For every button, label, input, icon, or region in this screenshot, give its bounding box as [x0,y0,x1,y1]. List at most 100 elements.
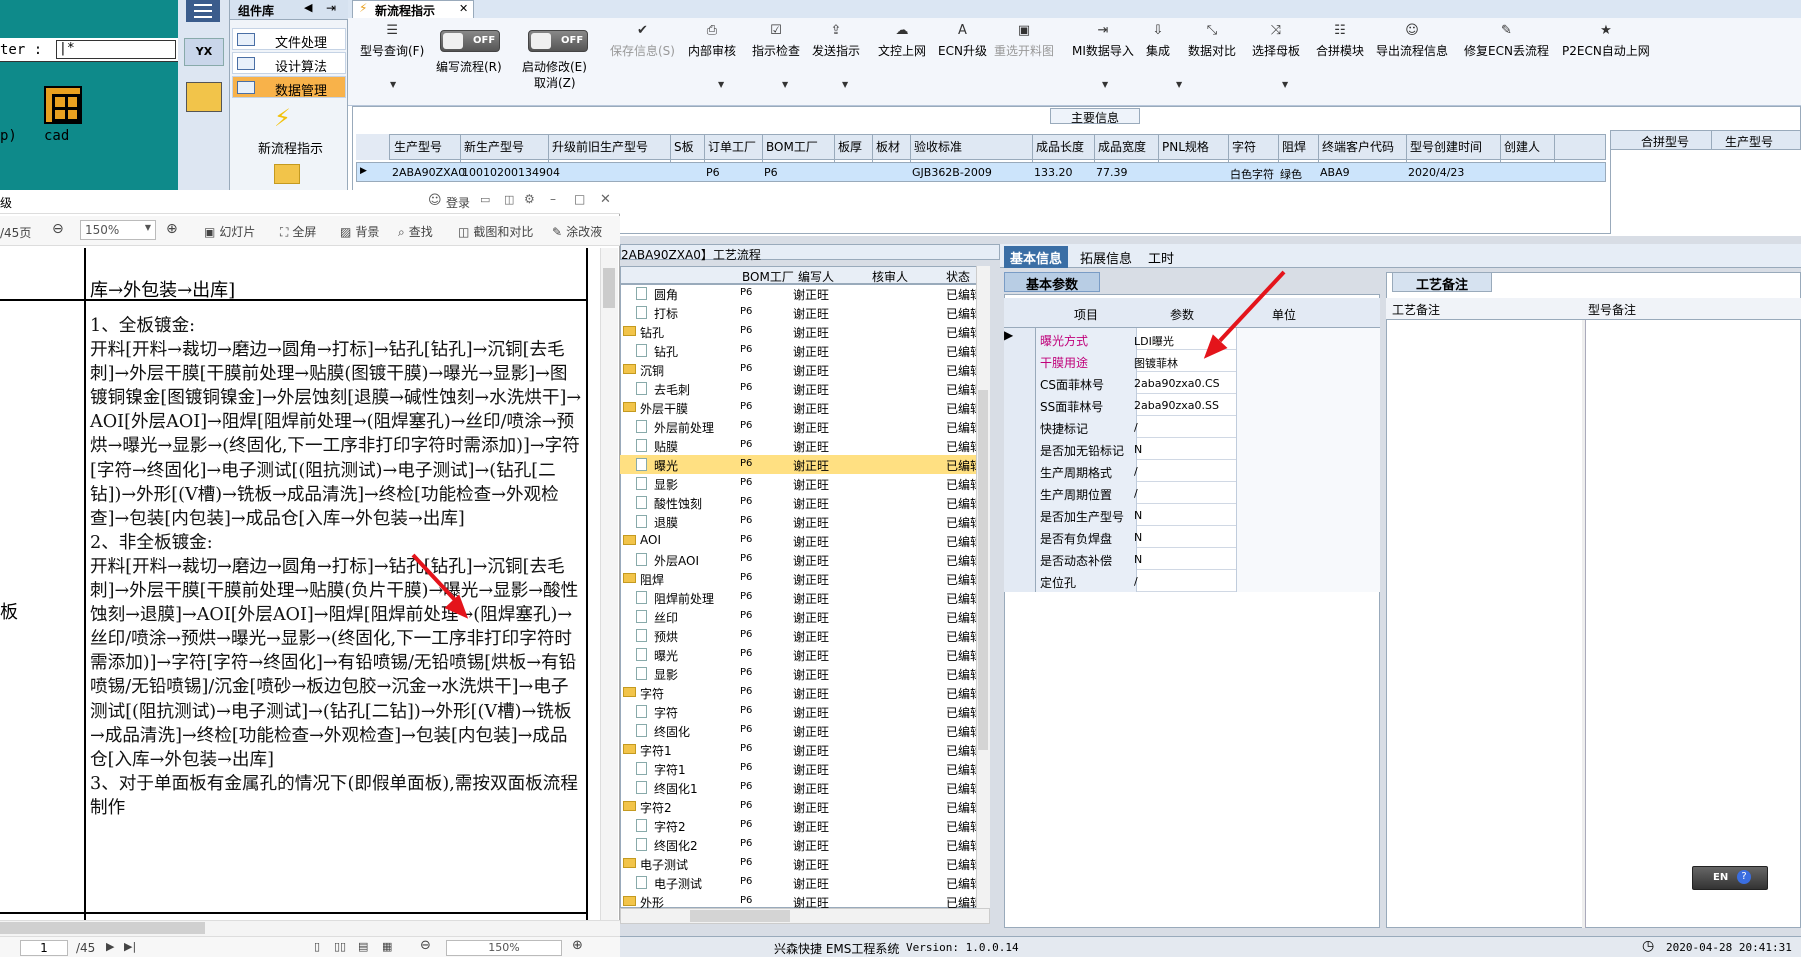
tree-row[interactable]: 外层前处理 P6 谢正旺 已编辑 [620,417,986,436]
start-modify-toggle[interactable]: OFF [528,30,588,52]
pdf-hscroll-thumb[interactable] [0,922,205,934]
pdf-tool-1[interactable]: ⛶ 全屏 [280,223,316,240]
param-value[interactable]: LDI曝光 [1134,333,1174,349]
toolbar-button-11[interactable]: ☷ 合拼模块 [1316,24,1364,59]
toolbar-button-2[interactable]: ☑ 指示检查 [752,24,800,59]
toolbar-button-8[interactable]: ⇩ 集成 [1146,24,1170,59]
tree-row[interactable]: 终固化2 P6 谢正旺 已编辑 [620,835,986,854]
pdf-scroll-thumb[interactable] [603,268,615,308]
pdf-tool-0[interactable]: ▣ 幻灯片 [204,223,255,240]
param-unit-cell[interactable] [1236,548,1380,570]
footer-zoom-select[interactable]: 150% [446,940,562,956]
toolbar-button-3[interactable]: ⇪ 发送指示 [812,24,860,59]
param-unit-cell[interactable] [1236,416,1380,438]
menu-icon[interactable] [186,0,220,22]
param-value[interactable]: / [1134,421,1138,434]
yx-logo-icon[interactable]: YX [184,38,224,66]
param-value[interactable]: 图镀菲林 [1134,355,1178,371]
tab-extended-info[interactable]: 拓展信息 [1074,246,1138,268]
tree-row[interactable]: 字符1 P6 谢正旺 已编辑 [620,759,986,778]
tree-row[interactable]: 字符 P6 谢正旺 已编辑 [620,702,986,721]
zoom-in-icon[interactable]: ⊕ [166,221,178,237]
tree-row[interactable]: 酸性蚀刻 P6 谢正旺 已编辑 [620,493,986,512]
tree-row[interactable]: 显影 P6 谢正旺 已编辑 [620,474,986,493]
shirt-icon[interactable]: ◫ [504,193,514,206]
language-widget[interactable]: EN ? [1692,866,1768,890]
toolbar-button-13[interactable]: ✎ 修复ECN丢流程 [1464,24,1549,59]
close-icon[interactable]: ✕ [459,2,468,15]
tree-row[interactable]: 圆角 P6 谢正旺 已编辑 [620,284,986,303]
zoom-select[interactable]: 150% ▼ [80,220,156,240]
lightning-icon[interactable]: ⚡ [274,104,291,132]
pdf-tool-5[interactable]: ✎ 涂改液 [552,223,602,240]
param-value[interactable]: 2aba90zxa0.SS [1134,399,1219,412]
chevron-down-icon[interactable]: ▼ [782,80,788,89]
param-value[interactable]: N [1134,553,1142,566]
tree-horizontal-scrollbar[interactable] [620,908,990,924]
tree-row[interactable]: 丝印 P6 谢正旺 已编辑 [620,607,986,626]
new-flow-button[interactable]: 新流程指示 [258,138,323,157]
next-page-icon[interactable]: ▶ [106,940,114,953]
pdf-tool-4[interactable]: ◫ 截图和对比 [458,223,533,240]
filter-input[interactable]: |* [56,40,176,59]
tree-row[interactable]: 终固化1 P6 谢正旺 已编辑 [620,778,986,797]
tree-row[interactable]: 外层干膜 P6 谢正旺 已编辑 [620,398,986,417]
close-window-icon[interactable]: ✕ [600,192,611,207]
component-item-data[interactable]: 数据管理 [232,76,346,99]
tree-row[interactable]: 贴膜 P6 谢正旺 已编辑 [620,436,986,455]
cad-icon[interactable] [44,86,82,124]
pdf-tool-3[interactable]: ⌕ 查找 [398,223,433,240]
gear-icon[interactable]: ⚙ [524,192,535,206]
tree-row[interactable]: 字符2 P6 谢正旺 已编辑 [620,816,986,835]
maximize-icon[interactable]: □ [574,192,585,206]
toolbar-button-4[interactable]: ☁ 文控上网 [878,24,926,59]
footer-zoom-out-icon[interactable]: ⊖ [420,938,431,953]
param-value[interactable]: N [1134,531,1142,544]
tab-new-flow[interactable]: ⚡ 新流程指示 ✕ [352,0,474,18]
calendar-icon[interactable] [186,82,222,112]
tree-row[interactable]: 电子测试 P6 谢正旺 已编辑 [620,854,986,873]
toolbar-button-9[interactable]: ⤡ 数据对比 [1188,24,1236,59]
toolbar-button-14[interactable]: ★ P2ECN自动上网 [1562,24,1650,59]
model-query-button[interactable]: ☰ 型号查询(F) [360,24,424,59]
last-page-icon[interactable]: ▶| [124,940,136,953]
component-item-algo[interactable]: 设计算法 [232,52,346,75]
tab-basic-info[interactable]: 基本信息 [1004,246,1069,268]
tree-row[interactable]: 外层AOI P6 谢正旺 已编辑 [620,550,986,569]
param-row[interactable]: 是否加无铅标记 N [1004,438,1380,460]
toolbar-button-12[interactable]: ☺ 导出流程信息 [1376,24,1448,59]
tree-row[interactable]: 显影 P6 谢正旺 已编辑 [620,664,986,683]
chevron-down-icon[interactable]: ▼ [1282,80,1288,89]
tree-row[interactable]: 终固化 P6 谢正旺 已编辑 [620,721,986,740]
param-unit-cell[interactable] [1236,504,1380,526]
param-unit-cell[interactable] [1236,460,1380,482]
tab-work-hours[interactable]: 工时 [1142,246,1180,268]
prev-icon[interactable]: ◀ [304,1,312,14]
user-icon[interactable]: ☺ [428,193,442,208]
toolbar-button-6[interactable]: ▣ 重选开料图 [994,24,1054,59]
param-row[interactable]: 干膜用途 图镀菲林 [1004,350,1380,372]
tree-row[interactable]: 曝光 P6 谢正旺 已编辑 [620,645,986,664]
param-value[interactable]: / [1134,465,1138,478]
tree-row[interactable]: 沉铜 P6 谢正旺 已编辑 [620,360,986,379]
tree-row[interactable]: 字符2 P6 谢正旺 已编辑 [620,797,986,816]
param-value[interactable]: / [1134,575,1138,588]
param-unit-cell[interactable] [1236,394,1380,416]
page-number-input[interactable]: 1 [20,940,68,956]
edit-flow-toggle[interactable]: OFF [440,30,500,52]
book-icon[interactable]: ▦ [382,940,392,953]
tree-row[interactable]: 阻焊前处理 P6 谢正旺 已编辑 [620,588,986,607]
tree-row[interactable]: 阻焊 P6 谢正旺 已编辑 [620,569,986,588]
chevron-down-icon[interactable]: ▼ [718,80,724,89]
param-unit-cell[interactable] [1236,350,1380,372]
param-row[interactable]: 是否有负焊盘 N [1004,526,1380,548]
continuous-icon[interactable]: ▤ [358,940,368,953]
param-row[interactable]: 生产周期格式 / [1004,460,1380,482]
tree-row[interactable]: 字符1 P6 谢正旺 已编辑 [620,740,986,759]
tree-row[interactable]: 钻孔 P6 谢正旺 已编辑 [620,322,986,341]
param-row[interactable]: CS面菲林号 2aba90zxa0.CS [1004,372,1380,394]
help-icon[interactable]: ? [1737,870,1751,884]
login-link[interactable]: 登录 [446,194,470,211]
param-unit-cell[interactable] [1236,482,1380,504]
tree-hscroll-thumb[interactable] [690,910,790,922]
